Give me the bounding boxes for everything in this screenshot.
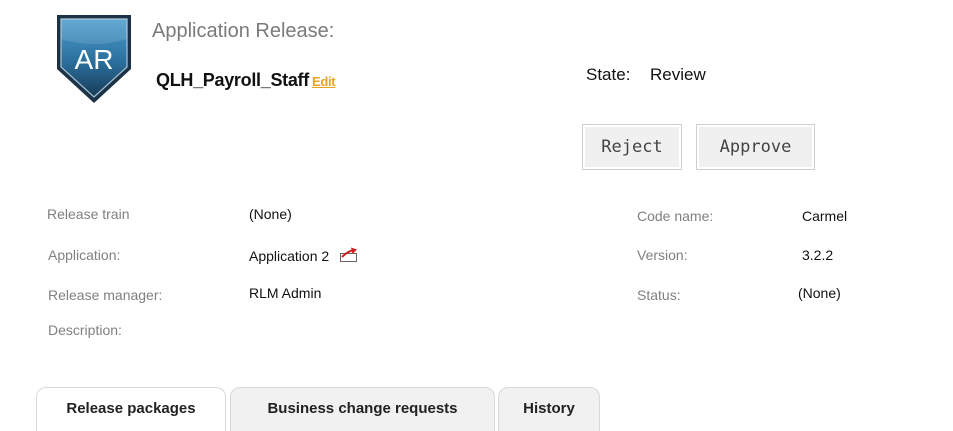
tab-business-change-requests[interactable]: Business change requests — [230, 387, 495, 431]
state-label: State: — [586, 65, 631, 84]
edit-link[interactable]: Edit — [312, 74, 336, 89]
tab-release-packages[interactable]: Release packages — [36, 387, 226, 431]
code-name-value: Carmel — [802, 208, 848, 224]
tab-history[interactable]: History — [498, 387, 600, 431]
app-release-logo: AR — [55, 13, 133, 105]
release-name: QLH_Payroll_Staff — [156, 70, 309, 90]
logo-text: AR — [75, 44, 114, 75]
approve-button[interactable]: Approve — [696, 124, 815, 170]
application-link[interactable]: Application 2 — [249, 248, 329, 264]
release-manager-value: RLM Admin — [249, 285, 322, 301]
release-train-label: Release train — [47, 206, 130, 222]
reject-button[interactable]: Reject — [582, 124, 682, 170]
state-value: Review — [650, 65, 706, 84]
page-title-label: Application Release: — [152, 20, 335, 42]
application-label: Application: — [48, 247, 121, 263]
release-manager-label: Release manager: — [48, 287, 163, 303]
status-label: Status: — [637, 287, 681, 303]
application-value-row: Application 2 — [249, 247, 359, 266]
release-name-row: QLH_Payroll_Staff Edit — [156, 70, 336, 91]
shield-logo-icon: AR — [57, 15, 131, 103]
version-value: 3.2.2 — [802, 247, 834, 263]
external-link-icon[interactable] — [339, 247, 359, 266]
description-label: Description: — [48, 322, 122, 338]
code-name-label: Code name: — [637, 208, 714, 224]
release-train-value: (None) — [249, 206, 292, 222]
status-value: (None) — [798, 285, 841, 301]
version-label: Version: — [637, 247, 688, 263]
